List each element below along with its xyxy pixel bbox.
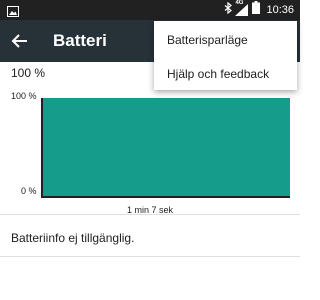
divider [0, 256, 300, 257]
chart-svg [41, 98, 290, 198]
page-title: Batteri [53, 31, 107, 50]
signal-icon: 4G [235, 0, 249, 16]
status-time: 10:36 [266, 4, 294, 16]
battery-area-series [43, 98, 290, 197]
menu-item-help-feedback[interactable]: Hjälp och feedback [167, 67, 269, 81]
divider [0, 214, 300, 215]
overflow-menu: Batterisparläge Hjälp och feedback [154, 21, 297, 90]
battery-level: 100 % [11, 66, 46, 80]
status-icons: 4G 10:36 [224, 0, 294, 20]
y-tick-label-bottom: 0 % [21, 186, 37, 196]
back-button[interactable] [10, 30, 32, 52]
battery-info-text: Batteriinfo ej tillgänglig. [11, 231, 135, 245]
y-tick-label-top: 100 % [11, 91, 37, 101]
battery-chart [40, 98, 290, 198]
status-bar: 4G 10:36 [0, 0, 300, 20]
bluetooth-icon [224, 1, 233, 19]
menu-item-battery-saver[interactable]: Batterisparläge [167, 33, 248, 47]
arrow-back-icon [11, 34, 27, 48]
network-label: 4G [235, 0, 244, 6]
battery-icon [252, 1, 261, 19]
